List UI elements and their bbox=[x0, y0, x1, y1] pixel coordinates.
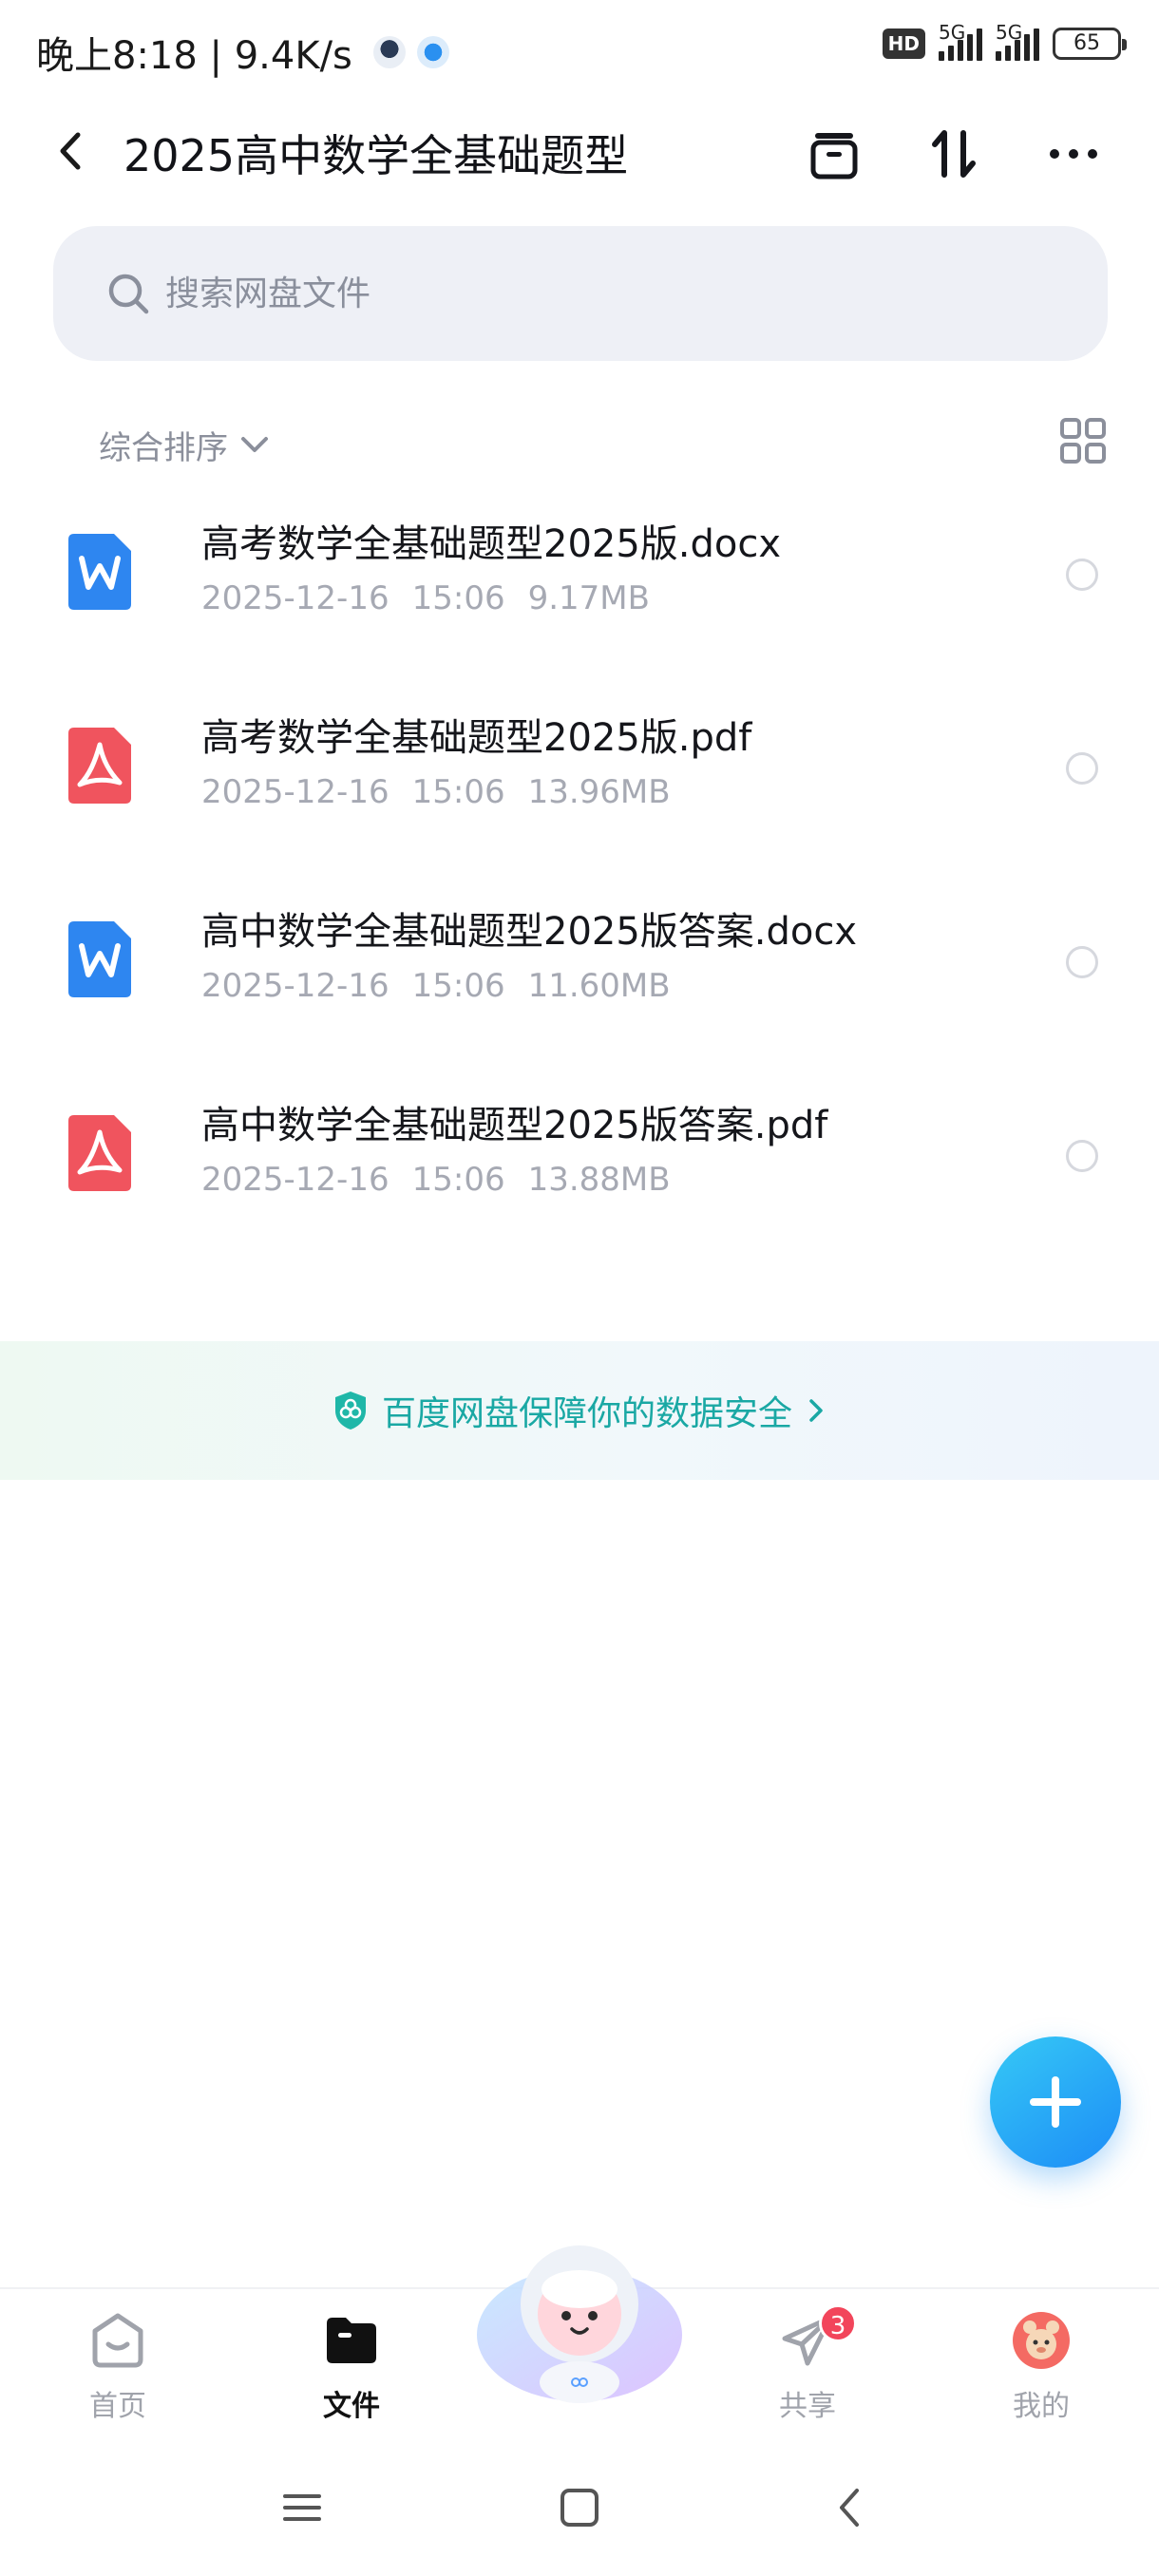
home-square-icon[interactable] bbox=[553, 2481, 606, 2534]
tab-files[interactable]: 文件 bbox=[276, 2299, 428, 2441]
tab-label: 共享 bbox=[779, 2390, 836, 2423]
word-doc-icon bbox=[68, 534, 131, 610]
search-icon bbox=[108, 274, 149, 314]
grid-view-icon[interactable] bbox=[1058, 416, 1108, 465]
archive-icon[interactable] bbox=[804, 123, 864, 184]
hd-voice-icon: HD bbox=[882, 28, 925, 59]
file-meta: 2025-12-16 15:06 13.88MB bbox=[201, 1161, 694, 1199]
chevron-right-icon bbox=[809, 1399, 823, 1422]
tab-label: 首页 bbox=[89, 2390, 146, 2423]
mascot-assistant-icon[interactable] bbox=[473, 2230, 686, 2405]
page-title: 2025高中数学全基础题型 bbox=[124, 130, 629, 181]
file-row[interactable]: 高中数学全基础题型2025版答案.docx 2025-12-16 15:06 11.… bbox=[0, 862, 1159, 1056]
network-label: 5G bbox=[939, 21, 966, 44]
file-name: 高中数学全基础题型2025版答案.pdf bbox=[201, 1104, 828, 1147]
home-icon bbox=[92, 2313, 143, 2368]
sort-icon[interactable] bbox=[923, 123, 984, 184]
search-input[interactable] bbox=[165, 264, 1020, 323]
file-date: 2025-12-16 bbox=[201, 579, 390, 617]
security-banner[interactable]: 百度网盘保障你的数据安全 bbox=[0, 1341, 1159, 1480]
pdf-icon bbox=[68, 728, 131, 804]
add-button[interactable] bbox=[990, 2036, 1121, 2168]
time-speed: 晚上8:18 | 9.4K/s bbox=[36, 34, 352, 78]
network-label-2: 5G bbox=[996, 21, 1023, 44]
file-size: 11.60MB bbox=[527, 967, 671, 1005]
file-name: 高考数学全基础题型2025版.pdf bbox=[201, 716, 752, 760]
menu-icon[interactable] bbox=[276, 2481, 329, 2534]
system-navigation-bar bbox=[0, 2443, 1159, 2576]
plus-icon-vertical bbox=[1052, 2076, 1059, 2128]
file-size: 9.17MB bbox=[527, 579, 650, 617]
status-bar: 晚上8:18 | 9.4K/s HD 5G 5G 65 bbox=[0, 0, 1159, 99]
tab-label: 文件 bbox=[323, 2390, 380, 2423]
tab-mine[interactable]: 我的 bbox=[965, 2299, 1117, 2441]
file-meta: 2025-12-16 15:06 11.60MB bbox=[201, 967, 694, 1005]
header: 2025高中数学全基础题型 bbox=[0, 112, 1159, 192]
file-date: 2025-12-16 bbox=[201, 967, 390, 1005]
tab-label: 我的 bbox=[1013, 2390, 1070, 2423]
back-triangle-icon[interactable] bbox=[825, 2481, 878, 2534]
notification-badge: 3 bbox=[819, 2304, 857, 2342]
file-time: 15:06 bbox=[411, 1161, 505, 1199]
file-time: 15:06 bbox=[411, 579, 505, 617]
file-name: 高考数学全基础题型2025版.docx bbox=[201, 522, 782, 566]
file-time: 15:06 bbox=[411, 967, 505, 1005]
select-checkbox[interactable] bbox=[1066, 752, 1098, 785]
back-icon[interactable] bbox=[48, 127, 95, 175]
sort-dropdown[interactable]: 综合排序 bbox=[99, 418, 272, 471]
battery-icon: 65 bbox=[1053, 28, 1127, 60]
pdf-icon bbox=[68, 1115, 131, 1191]
file-size: 13.88MB bbox=[527, 1161, 671, 1199]
file-meta: 2025-12-16 15:06 13.96MB bbox=[201, 773, 694, 811]
folder-icon bbox=[327, 2318, 376, 2363]
status-left: 晚上8:18 | 9.4K/s bbox=[36, 25, 449, 80]
signal-icon: 5G bbox=[939, 21, 982, 61]
file-time: 15:06 bbox=[411, 773, 505, 811]
sort-label: 综合排序 bbox=[99, 428, 228, 467]
file-row[interactable]: 高考数学全基础题型2025版.docx 2025-12-16 15:06 9.17M… bbox=[0, 475, 1159, 669]
avatar-icon bbox=[1013, 2312, 1070, 2369]
select-checkbox[interactable] bbox=[1066, 946, 1098, 978]
upload-notification-icon bbox=[416, 36, 449, 68]
app-notification-icon bbox=[372, 36, 406, 68]
file-size: 13.96MB bbox=[527, 773, 671, 811]
search-bar[interactable] bbox=[53, 226, 1108, 361]
file-meta: 2025-12-16 15:06 9.17MB bbox=[201, 579, 673, 617]
file-date: 2025-12-16 bbox=[201, 773, 390, 811]
chevron-down-icon bbox=[241, 437, 268, 452]
tab-home[interactable]: 首页 bbox=[42, 2299, 194, 2441]
shield-icon bbox=[334, 1392, 366, 1430]
signal-icon-2: 5G bbox=[996, 21, 1039, 61]
security-text: 百度网盘保障你的数据安全 bbox=[381, 1394, 792, 1433]
word-doc-icon bbox=[68, 921, 131, 997]
file-name: 高中数学全基础题型2025版答案.docx bbox=[201, 910, 858, 954]
status-right: HD 5G 5G 65 bbox=[882, 21, 1127, 61]
file-row[interactable]: 高考数学全基础题型2025版.pdf 2025-12-16 15:06 13.96M… bbox=[0, 669, 1159, 862]
file-date: 2025-12-16 bbox=[201, 1161, 390, 1199]
more-icon[interactable] bbox=[1043, 123, 1104, 184]
battery-level: 65 bbox=[1074, 31, 1100, 55]
file-list: 高考数学全基础题型2025版.docx 2025-12-16 15:06 9.17M… bbox=[0, 475, 1159, 1250]
select-checkbox[interactable] bbox=[1066, 1140, 1098, 1172]
tab-share[interactable]: 3 共享 bbox=[732, 2299, 884, 2441]
file-row[interactable]: 高中数学全基础题型2025版答案.pdf 2025-12-16 15:06 13.8… bbox=[0, 1056, 1159, 1250]
select-checkbox[interactable] bbox=[1066, 559, 1098, 591]
